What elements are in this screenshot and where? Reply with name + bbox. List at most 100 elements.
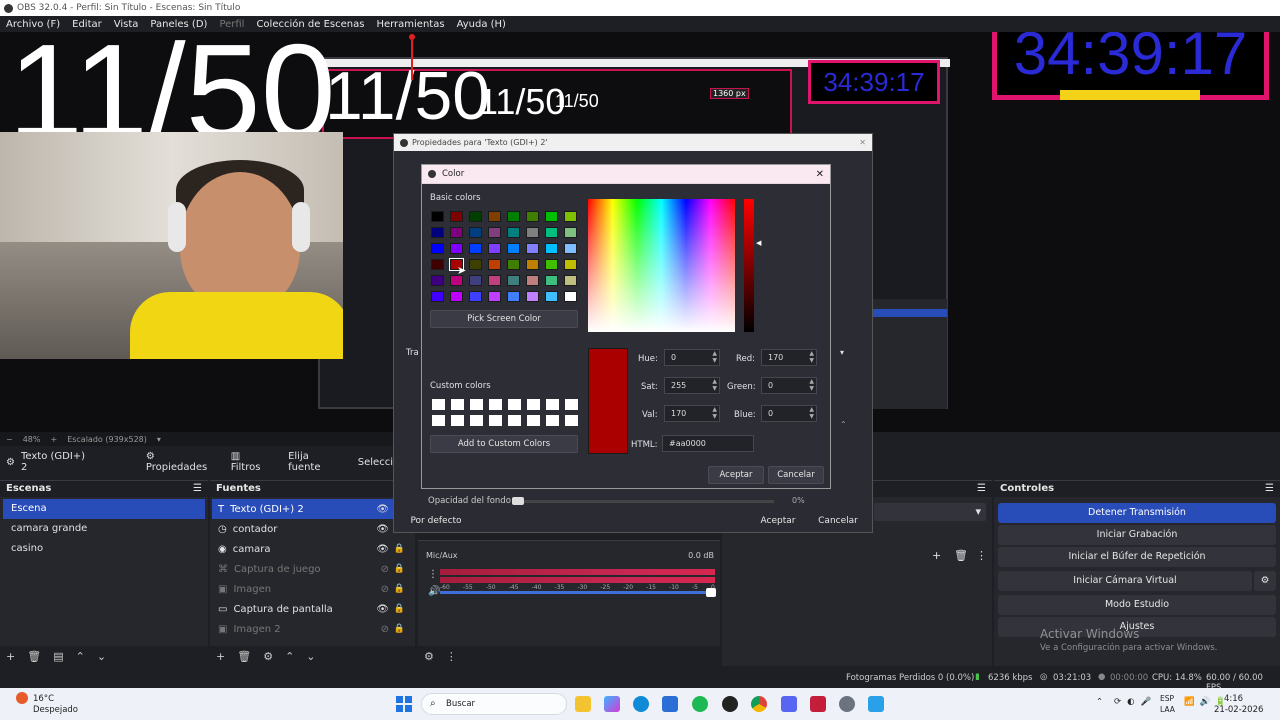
- value-slider-marker-icon[interactable]: ◀: [756, 239, 761, 247]
- basic-color-swatch[interactable]: [450, 227, 463, 238]
- custom-color-slot[interactable]: [432, 399, 445, 410]
- basic-color-swatch[interactable]: [488, 211, 501, 222]
- custom-color-slot[interactable]: [489, 415, 502, 426]
- basic-color-swatch[interactable]: [507, 227, 520, 238]
- basic-color-swatch[interactable]: [469, 275, 482, 286]
- basic-color-swatch[interactable]: [564, 259, 577, 270]
- source-item-captura-pantalla[interactable]: ▭ Captura de pantalla 👁 🔒: [212, 599, 413, 619]
- basic-color-swatch[interactable]: [564, 211, 577, 222]
- dock-menu-icon[interactable]: ☰: [1265, 481, 1274, 497]
- props-cancel-button[interactable]: Cancelar: [808, 511, 868, 531]
- scene-item[interactable]: Escena: [3, 499, 205, 519]
- scene-item[interactable]: casino: [3, 539, 205, 559]
- close-icon[interactable]: ✕: [816, 169, 824, 180]
- blue-input[interactable]: 0 ▲ ▼: [761, 405, 817, 422]
- custom-color-slot[interactable]: [546, 399, 559, 410]
- basic-color-swatch[interactable]: [526, 291, 539, 302]
- spotify-icon[interactable]: [692, 696, 708, 712]
- add-custom-colors-button[interactable]: Add to Custom Colors: [430, 435, 578, 453]
- custom-color-slot[interactable]: [527, 399, 540, 410]
- custom-color-slot[interactable]: [470, 399, 483, 410]
- eye-hidden-icon[interactable]: ⊘: [381, 564, 389, 575]
- basic-color-swatch[interactable]: [507, 259, 520, 270]
- file-explorer-icon[interactable]: [575, 696, 591, 712]
- lock-icon[interactable]: 🔒: [394, 544, 405, 554]
- basic-color-swatch[interactable]: [564, 227, 577, 238]
- basic-color-swatch[interactable]: [526, 259, 539, 270]
- value-slider[interactable]: [744, 199, 754, 332]
- basic-color-swatch[interactable]: [431, 211, 444, 222]
- source-item-imagen[interactable]: ▣ Imagen ⊘ 🔒: [212, 579, 413, 599]
- clock-date[interactable]: 21-02-2026: [1214, 705, 1263, 715]
- obs-icon[interactable]: [722, 696, 738, 712]
- settings-app-icon[interactable]: [839, 696, 855, 712]
- transition-select[interactable]: ▾: [874, 503, 986, 521]
- scale-label[interactable]: Escalado (939x528): [67, 435, 147, 444]
- menu-editar[interactable]: Editar: [72, 19, 102, 30]
- basic-color-swatch[interactable]: [507, 291, 520, 302]
- custom-color-slot[interactable]: [470, 415, 483, 426]
- move-down-icon[interactable]: ⌄: [97, 650, 106, 663]
- menu-perfil[interactable]: Perfil: [219, 19, 244, 30]
- properties-button[interactable]: ⚙ Propiedades: [139, 448, 218, 476]
- basic-color-swatch[interactable]: [564, 275, 577, 286]
- dock-menu-icon[interactable]: ☰: [977, 481, 986, 497]
- mixer-options-icon[interactable]: ⋮: [446, 650, 457, 663]
- menu-coleccion[interactable]: Colección de Escenas: [256, 19, 364, 30]
- tray-chevron-icon[interactable]: ⌃: [1096, 697, 1103, 707]
- basic-color-swatch[interactable]: [507, 211, 520, 222]
- tray-icons[interactable]: ⟳◐🎤: [1114, 697, 1157, 707]
- weather-temp[interactable]: 16°C: [33, 694, 54, 704]
- basic-color-swatch[interactable]: [469, 211, 482, 222]
- eye-icon[interactable]: 👁: [376, 604, 389, 615]
- color-spectrum[interactable]: [588, 199, 735, 332]
- menu-vista[interactable]: Vista: [114, 19, 139, 30]
- custom-color-slot[interactable]: [451, 415, 464, 426]
- basic-color-swatch[interactable]: [431, 243, 444, 254]
- red-input[interactable]: 170 ▲ ▼: [761, 349, 817, 366]
- move-down-icon[interactable]: ⌄: [306, 650, 315, 663]
- stop-stream-button[interactable]: Detener Transmisión: [998, 503, 1276, 523]
- html-input[interactable]: #aa0000: [662, 435, 754, 452]
- settings-button[interactable]: Ajustes: [998, 617, 1276, 637]
- taskbar-search[interactable]: ⌕ Buscar: [421, 693, 567, 715]
- eye-icon[interactable]: 👁: [376, 504, 389, 515]
- basic-color-swatch[interactable]: [431, 259, 444, 270]
- basic-color-swatch[interactable]: [488, 243, 501, 254]
- custom-color-slot[interactable]: [546, 415, 559, 426]
- trash-icon[interactable]: 🗑: [237, 650, 251, 663]
- basic-color-swatch[interactable]: [545, 259, 558, 270]
- basic-color-swatch[interactable]: [469, 227, 482, 238]
- basic-color-swatch[interactable]: [431, 227, 444, 238]
- basic-color-swatch[interactable]: [488, 227, 501, 238]
- basic-color-swatch[interactable]: [431, 291, 444, 302]
- basic-color-swatch[interactable]: [545, 243, 558, 254]
- add-icon[interactable]: +: [216, 650, 225, 663]
- custom-color-slot[interactable]: [432, 415, 445, 426]
- basic-color-swatch[interactable]: [488, 291, 501, 302]
- green-input[interactable]: 0 ▲ ▼: [761, 377, 817, 394]
- choose-font-button[interactable]: Elija fuente: [281, 448, 345, 476]
- chevron-down-icon[interactable]: ▾: [157, 435, 161, 444]
- basic-color-swatch[interactable]: [450, 243, 463, 254]
- start-virtual-cam-button[interactable]: Iniciar Cámara Virtual: [998, 571, 1252, 591]
- dock-menu-icon[interactable]: ☰: [193, 481, 202, 497]
- eye-icon[interactable]: 👁: [376, 524, 389, 535]
- color-cancel-button[interactable]: Cancelar: [768, 466, 824, 484]
- pick-screen-color-button[interactable]: Pick Screen Color: [430, 310, 578, 328]
- basic-color-swatch[interactable]: [564, 291, 577, 302]
- weather-icon[interactable]: [16, 692, 28, 704]
- source-item-contador[interactable]: ◷contador 👁🔒: [212, 519, 413, 539]
- basic-color-swatch[interactable]: [545, 275, 558, 286]
- studio-mode-button[interactable]: Modo Estudio: [998, 595, 1276, 615]
- lock-icon[interactable]: 🔒: [394, 624, 405, 634]
- virtual-cam-settings-icon[interactable]: ⚙: [1254, 571, 1276, 591]
- lang-2[interactable]: LAA: [1160, 705, 1175, 714]
- hue-input[interactable]: 0 ▲ ▼: [664, 349, 720, 366]
- trash-icon[interactable]: 🗑: [27, 650, 41, 663]
- move-up-icon[interactable]: ⌃: [76, 650, 85, 663]
- eye-hidden-icon[interactable]: ⊘: [381, 584, 389, 595]
- source-item-text[interactable]: TTexto (GDI+) 2 👁🔓: [212, 499, 413, 519]
- trash-icon[interactable]: 🗑: [954, 549, 968, 562]
- start-recording-button[interactable]: Iniciar Grabación: [998, 525, 1276, 545]
